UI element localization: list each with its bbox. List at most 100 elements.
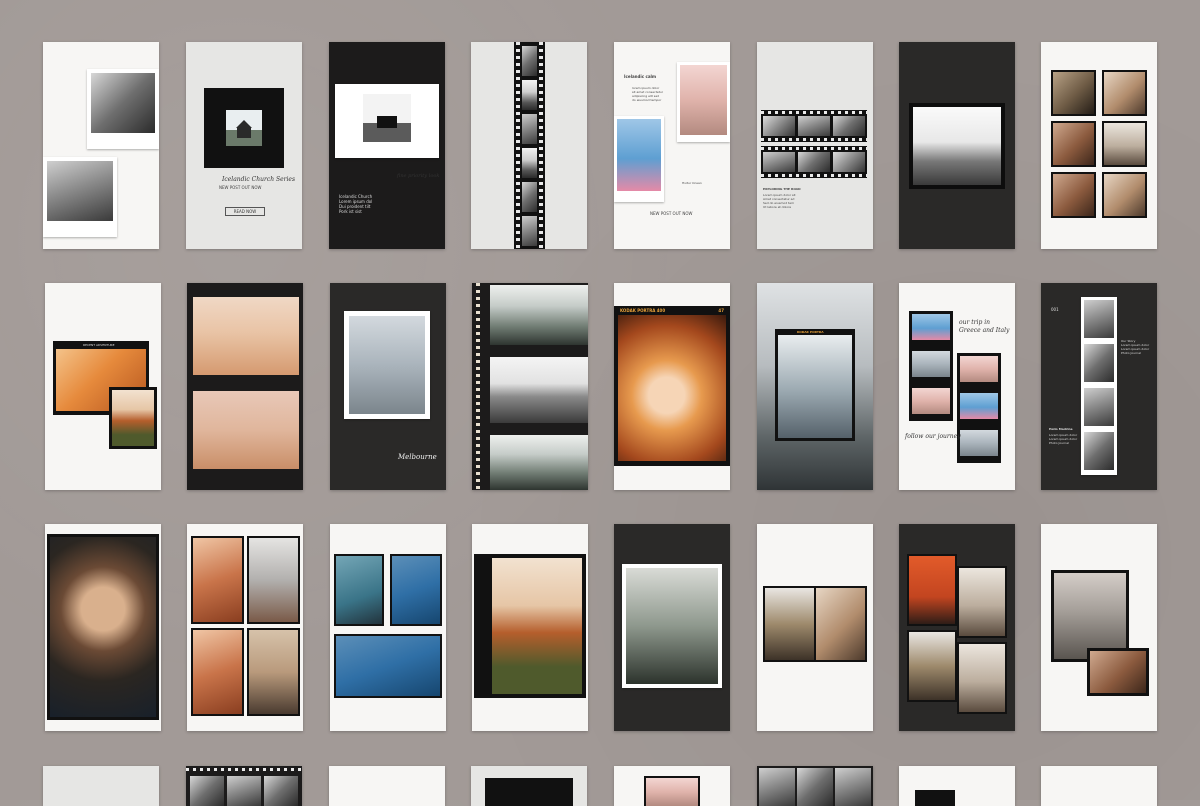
template-card-r4c4[interactable] bbox=[471, 766, 587, 806]
card-text: Lorem ipsum dolor sit Amet consectetur a… bbox=[763, 193, 796, 209]
template-card-r3c6[interactable] bbox=[757, 524, 873, 731]
photo-woman-portrait bbox=[50, 537, 156, 717]
template-card-r3c1[interactable] bbox=[45, 524, 161, 731]
template-card-r1c6[interactable]: EXPLORING THE ROAD Lorem ipsum dolor sit… bbox=[757, 42, 873, 249]
template-card-r4c6[interactable] bbox=[757, 766, 873, 806]
card-script-bottom: follow our journey bbox=[905, 433, 961, 440]
film-frame-photo bbox=[190, 776, 224, 806]
photo-frame bbox=[1051, 172, 1096, 218]
photo-man-sea bbox=[778, 335, 852, 438]
template-card-r2c7[interactable]: our trip in Greece and Italy follow our … bbox=[899, 283, 1015, 490]
photo-woman-bw bbox=[91, 73, 155, 133]
photo-mountain bbox=[913, 107, 1001, 185]
photo-frame bbox=[191, 536, 244, 624]
polaroid-frame bbox=[87, 69, 159, 149]
template-card-r2c5[interactable]: KODAK PORTRA 400 47 bbox=[614, 283, 730, 490]
template-card-r1c4[interactable] bbox=[471, 42, 587, 249]
frame-label: RECENT ADVENTURE bbox=[83, 343, 115, 347]
film-frame-photo bbox=[522, 80, 537, 110]
template-card-r1c3[interactable]: fine priority look Icelandic Church Lore… bbox=[329, 42, 445, 249]
film-sprocket bbox=[476, 283, 480, 490]
church-house-icon bbox=[377, 116, 397, 128]
template-card-r4c2[interactable] bbox=[186, 766, 302, 806]
template-card-r2c3[interactable]: Melbourne bbox=[330, 283, 446, 490]
photo-person bbox=[336, 636, 440, 696]
film-sprocket bbox=[516, 42, 520, 249]
film-frame-photo bbox=[833, 152, 865, 172]
photo-travel bbox=[912, 351, 950, 377]
film-label: KODAK PORTRA bbox=[797, 330, 824, 334]
template-card-r1c5[interactable]: Icelandic calm lorem ipsum dolor sit ame… bbox=[614, 42, 730, 249]
photo-frame bbox=[1102, 70, 1147, 116]
photo-person bbox=[392, 556, 440, 624]
card-number: 001 bbox=[1051, 307, 1059, 312]
film-frame-photo bbox=[522, 114, 537, 144]
template-card-r4c7[interactable] bbox=[899, 766, 1015, 806]
template-card-r2c1[interactable]: RECENT ADVENTURE bbox=[45, 283, 161, 490]
church-house-icon bbox=[236, 120, 252, 128]
template-card-r3c5[interactable] bbox=[614, 524, 730, 731]
template-card-r1c8[interactable] bbox=[1041, 42, 1157, 249]
photo-person bbox=[909, 632, 955, 700]
photo-desert bbox=[193, 297, 299, 375]
photo-frame bbox=[915, 790, 955, 806]
photo-woman bbox=[816, 588, 865, 660]
photo-detail bbox=[1053, 123, 1094, 165]
film-sprocket bbox=[761, 147, 867, 150]
photo-frame bbox=[909, 103, 1005, 189]
template-card-r1c2[interactable]: Icelandic Church Series NEW POST OUT NOW… bbox=[186, 42, 302, 249]
photo-frame bbox=[109, 387, 157, 449]
photo-canyon bbox=[193, 630, 242, 714]
template-card-r4c8[interactable] bbox=[1041, 766, 1157, 806]
template-card-r3c3[interactable] bbox=[330, 524, 446, 731]
film-frame-photo bbox=[522, 182, 537, 212]
photo-road bbox=[249, 630, 298, 714]
template-card-r4c5[interactable] bbox=[614, 766, 730, 806]
polaroid-frame bbox=[43, 157, 117, 237]
photo-landscape bbox=[1054, 573, 1126, 659]
template-card-r4c1[interactable] bbox=[43, 766, 159, 806]
photo-waterfall bbox=[626, 568, 718, 684]
film-strip bbox=[514, 42, 545, 249]
photo-smoke bbox=[249, 538, 298, 622]
photo-room bbox=[959, 644, 1005, 712]
photo-room bbox=[959, 568, 1005, 636]
photo-frame bbox=[622, 564, 722, 688]
template-card-r3c7[interactable] bbox=[899, 524, 1015, 731]
film-frame-photo bbox=[264, 776, 298, 806]
template-card-r2c2[interactable] bbox=[187, 283, 303, 490]
template-card-r1c7[interactable] bbox=[899, 42, 1015, 249]
template-card-r1c1[interactable] bbox=[43, 42, 159, 249]
photo-person bbox=[909, 556, 955, 624]
photo-frame bbox=[957, 566, 1007, 638]
read-now-button[interactable]: READ NOW bbox=[225, 207, 265, 216]
template-card-r2c8[interactable]: 001 Our Story Lorem ipsum dolor Lorem ip… bbox=[1041, 283, 1157, 490]
photo-frame bbox=[334, 554, 384, 626]
photo-desert bbox=[193, 391, 299, 469]
card-text-bottom: Lorem ipsum dolor Lorem ipsum dolor Phot… bbox=[1049, 433, 1078, 445]
photo-caption: Hvitur Ocean bbox=[682, 181, 702, 185]
film-frame-photo bbox=[798, 116, 830, 136]
film-frame-photo bbox=[522, 148, 537, 178]
film-sprocket bbox=[539, 42, 543, 249]
film-frame-photo bbox=[833, 116, 865, 136]
photo-canyon bbox=[193, 538, 242, 622]
film-sprocket bbox=[761, 111, 867, 114]
photo-frame bbox=[344, 311, 430, 419]
photo-frame bbox=[247, 536, 300, 624]
photo-travel bbox=[960, 430, 998, 456]
photo-woman-bw bbox=[1084, 300, 1114, 338]
photo-frame bbox=[204, 88, 284, 168]
photo-frame bbox=[1102, 172, 1147, 218]
template-card-r2c4[interactable] bbox=[472, 283, 588, 490]
photo-woman-leaf bbox=[492, 558, 582, 694]
template-card-r3c8[interactable] bbox=[1041, 524, 1157, 731]
photo-frame bbox=[247, 628, 300, 716]
template-card-r2c6[interactable]: KODAK PORTRA bbox=[757, 283, 873, 490]
template-card-r3c4[interactable] bbox=[472, 524, 588, 731]
church-house-icon bbox=[237, 128, 251, 138]
template-card-r4c3[interactable] bbox=[329, 766, 445, 806]
photo-woman bbox=[112, 390, 154, 446]
template-card-r3c2[interactable] bbox=[187, 524, 303, 731]
photo-frame bbox=[957, 642, 1007, 714]
